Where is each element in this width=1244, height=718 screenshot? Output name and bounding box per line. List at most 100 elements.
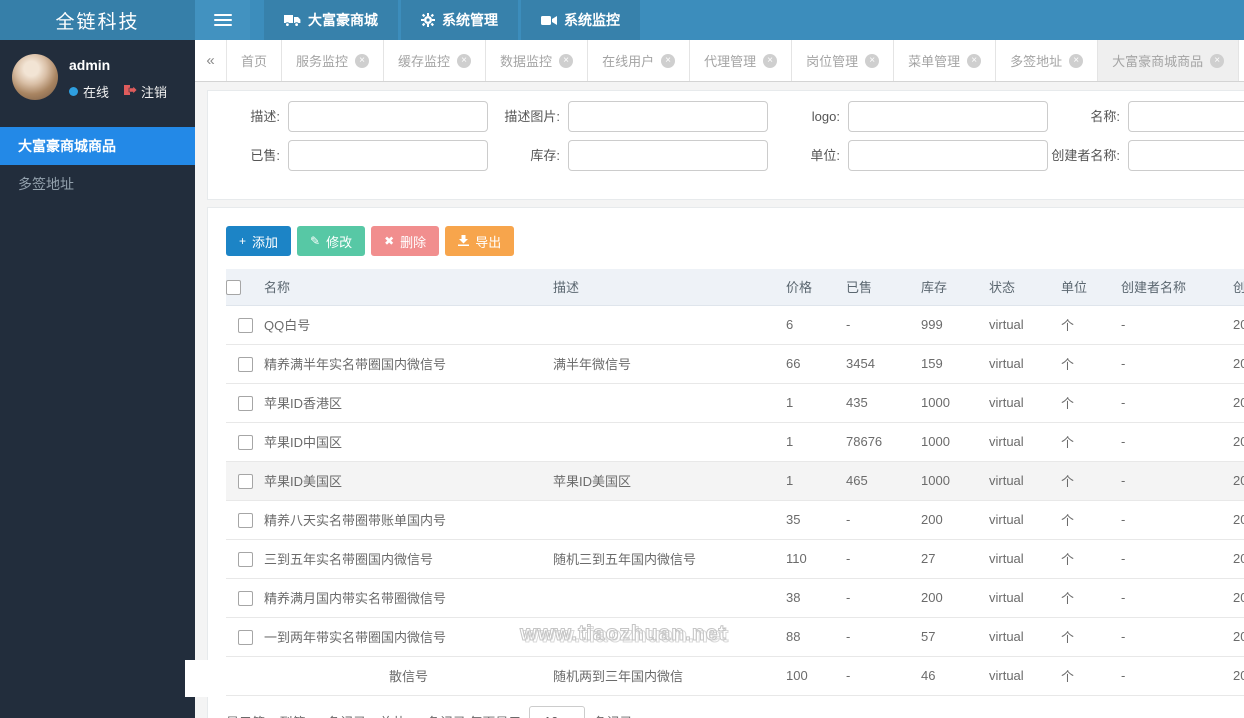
cell-desc: [553, 578, 786, 618]
tab[interactable]: 多签地址 ×: [996, 40, 1099, 81]
cell-desc: [553, 305, 786, 345]
pagination: 显示第 1 到第 10 条记录，总共 15 条记录 每页显示 10 ▾ 条记录: [226, 706, 632, 718]
tab-close-icon[interactable]: ×: [661, 53, 676, 68]
col-header-status[interactable]: 状态: [989, 269, 1061, 306]
col-header-creator[interactable]: 创建者名称: [1121, 269, 1233, 306]
truck-icon: [284, 14, 301, 27]
tab-close-icon[interactable]: ×: [1069, 53, 1084, 68]
row-checkbox[interactable]: [237, 473, 253, 489]
row-checkbox[interactable]: [237, 395, 253, 411]
form-input[interactable]: [288, 101, 488, 132]
edit-button[interactable]: ✎ 修改: [297, 226, 366, 256]
download-icon: [458, 234, 470, 248]
table-row[interactable]: 散信号 随机两到三年国内微信 100 - 46 virtual 个 - 20: [226, 656, 1244, 696]
form-input[interactable]: [1128, 140, 1244, 171]
row-checkbox[interactable]: [237, 629, 253, 645]
cell-created: 20: [1233, 578, 1244, 618]
tab-close-icon[interactable]: ×: [763, 53, 778, 68]
tab[interactable]: 缓存监控 ×: [384, 40, 487, 81]
tabs-scroll-left-icon[interactable]: «: [195, 40, 227, 81]
row-checkbox[interactable]: [237, 590, 253, 606]
tab[interactable]: 在线用户 ×: [588, 40, 691, 81]
col-header-price[interactable]: 价格: [786, 269, 846, 306]
cell-status: virtual: [989, 422, 1061, 462]
logout-link[interactable]: 注销: [124, 82, 167, 101]
col-header-stock[interactable]: 库存: [921, 269, 989, 306]
cell-creator: -: [1121, 656, 1233, 696]
cell-status: virtual: [989, 656, 1061, 696]
tab[interactable]: 服务监控 ×: [282, 40, 385, 81]
cell-sold: 435: [846, 383, 921, 423]
sidebar-item[interactable]: 多签地址: [0, 165, 195, 203]
row-checkbox[interactable]: [237, 356, 253, 372]
row-checkbox[interactable]: [237, 434, 253, 450]
col-header-unit[interactable]: 单位: [1061, 269, 1121, 306]
form-input[interactable]: [1128, 101, 1244, 132]
form-input[interactable]: [568, 140, 768, 171]
table-row[interactable]: 精养满月国内带实名带圈微信号 38 - 200 virtual 个 - 20: [226, 578, 1244, 618]
export-button[interactable]: 导出: [445, 226, 515, 256]
tab-close-icon[interactable]: ×: [967, 53, 982, 68]
tab-close-icon[interactable]: ×: [559, 53, 574, 68]
cell-price: 110: [786, 539, 846, 579]
table-row[interactable]: 苹果ID美国区 苹果ID美国区 1 465 1000 virtual 个 - 2…: [226, 461, 1244, 501]
cell-creator: -: [1121, 383, 1233, 423]
row-checkbox[interactable]: [237, 551, 253, 567]
tab[interactable]: 大富豪商城商品 ×: [1098, 40, 1240, 81]
tab[interactable]: 代理管理 ×: [690, 40, 793, 81]
cell-creator: -: [1121, 539, 1233, 579]
col-header-sold[interactable]: 已售: [846, 269, 921, 306]
tab[interactable]: 数据监控 ×: [486, 40, 589, 81]
cell-created: 20: [1233, 539, 1244, 579]
delete-button[interactable]: ✖ 删除: [371, 226, 440, 256]
table-row[interactable]: 精养八天实名带圈带账单国内号 35 - 200 virtual 个 - 20: [226, 500, 1244, 540]
tab[interactable]: 菜单管理 ×: [894, 40, 997, 81]
cell-status: virtual: [989, 617, 1061, 657]
form-input[interactable]: [848, 101, 1048, 132]
tab-close-icon[interactable]: ×: [355, 53, 370, 68]
camera-icon: [541, 15, 557, 26]
cell-status: virtual: [989, 461, 1061, 501]
tab[interactable]: 岗位管理 ×: [792, 40, 895, 81]
nav-item-system-manage[interactable]: 系统管理: [401, 0, 518, 40]
select-all-checkbox[interactable]: [226, 279, 241, 295]
hamburger-menu-icon[interactable]: [195, 0, 250, 40]
sidebar-item[interactable]: 大富豪商城商品: [0, 127, 195, 165]
nav-item-system-monitor[interactable]: 系统监控: [521, 0, 640, 40]
tab-close-icon[interactable]: ×: [865, 53, 880, 68]
form-input[interactable]: [848, 140, 1048, 171]
table-row[interactable]: 精养满半年实名带圈国内微信号 满半年微信号 66 3454 159 virtua…: [226, 344, 1244, 384]
nav-item-mall[interactable]: 大富豪商城: [264, 0, 398, 40]
table-row[interactable]: 三到五年实名带圈国内微信号 随机三到五年国内微信号 110 - 27 virtu…: [226, 539, 1244, 579]
col-header-name[interactable]: 名称: [264, 269, 553, 306]
cell-creator: -: [1121, 617, 1233, 657]
table-row[interactable]: 苹果ID中国区 1 78676 1000 virtual 个 - 20: [226, 422, 1244, 462]
table-row[interactable]: 苹果ID香港区 1 435 1000 virtual 个 - 20: [226, 383, 1244, 423]
col-header-desc[interactable]: 描述: [553, 269, 786, 306]
cell-stock: 1000: [921, 461, 989, 501]
page-size-select[interactable]: 10 ▾: [529, 706, 586, 718]
row-checkbox[interactable]: [237, 317, 253, 333]
cell-stock: 1000: [921, 383, 989, 423]
tab-close-icon[interactable]: ×: [1210, 53, 1225, 68]
cell-sold: -: [846, 500, 921, 540]
cell-created: 20: [1233, 500, 1244, 540]
col-header-created[interactable]: 创: [1233, 269, 1244, 306]
row-checkbox[interactable]: [237, 512, 253, 528]
tab-close-icon[interactable]: ×: [457, 53, 472, 68]
table-toolbar: + 添加 ✎ 修改 ✖ 删除 导出: [208, 208, 1244, 256]
cell-unit: 个: [1061, 656, 1121, 696]
cell-price: 66: [786, 344, 846, 384]
online-status-icon: [69, 87, 78, 96]
tab[interactable]: 首页 ×: [227, 40, 283, 81]
cell-sold: 78676: [846, 422, 921, 462]
table-row[interactable]: QQ白号 6 - 999 virtual 个 - 20: [226, 305, 1244, 345]
form-input[interactable]: [288, 140, 488, 171]
add-button[interactable]: + 添加: [226, 226, 292, 256]
overlay-notch: [185, 660, 215, 697]
search-form: 描述: 描述图片: logo: 名称: 已售: 库存: 单位: 创建者名称:: [207, 90, 1244, 200]
form-input[interactable]: [568, 101, 768, 132]
cell-name: 精养八天实名带圈带账单国内号: [264, 500, 553, 540]
table-row[interactable]: 一到两年带实名带圈国内微信号 88 - 57 virtual 个 - 20: [226, 617, 1244, 657]
sidebar: admin 在线 注销 大富豪商城商品 多签地址: [0, 40, 195, 718]
